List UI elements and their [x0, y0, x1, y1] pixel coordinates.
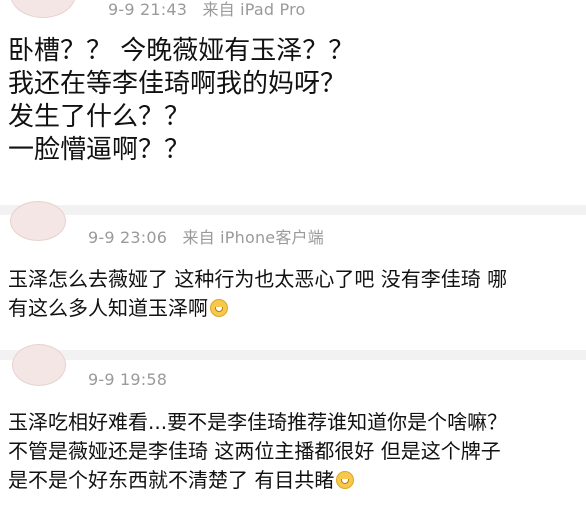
comment-card-2: 9-9 23:06 来自 iPhone客户端 玉泽怎么去薇娅了 这种行为也太恶心… — [0, 201, 586, 350]
comment-time: 9-9 19:58 — [88, 370, 168, 389]
comment-card-1: 9-9 21:43 来自 iPad Pro 卧槽？？ 今晚薇娅有玉泽？？ 我还在… — [0, 0, 586, 205]
comment-line: 发生了什么？？ — [8, 102, 191, 132]
avatar[interactable] — [10, 0, 76, 18]
comment-source[interactable]: 来自 iPad Pro — [202, 0, 305, 19]
comment-card-3: 9-9 19:58 玉泽吃相好难看...要不是李佳琦推荐谁知道你是个啥嘛？ 不管… — [0, 344, 586, 511]
grinning-emoji-icon — [336, 471, 355, 489]
comment-text: 卧槽？？ 今晚薇娅有玉泽？？ 我还在等李佳琦啊我的妈呀？ 发生了什么？？ 一脸懵… — [8, 35, 580, 167]
comment-text: 玉泽吃相好难看...要不是李佳琦推荐谁知道你是个啥嘛？ 不管是薇娅还是李佳琦 这… — [8, 408, 580, 495]
comment-time: 9-9 21:43 — [108, 0, 188, 19]
comment-line: 我还在等李佳琦啊我的妈呀？ — [8, 69, 347, 99]
comment-time: 9-9 23:06 — [88, 228, 168, 247]
divider — [0, 350, 586, 360]
avatar[interactable] — [10, 201, 66, 241]
divider — [0, 205, 586, 215]
comment-meta: 9-9 23:06 来自 iPhone客户端 — [88, 224, 334, 248]
comment-line: 一脸懵逼啊？？ — [8, 135, 191, 165]
laughing-tears-emoji-icon — [210, 299, 228, 317]
comment-line: 卧槽？？ 今晚薇娅有玉泽？？ — [8, 36, 355, 66]
comment-meta: 9-9 19:58 — [88, 370, 177, 389]
comment-line: 是不是个好东西就不清楚了 有目共睹 — [8, 466, 580, 495]
comment-text: 玉泽怎么去薇娅了 这种行为也太恶心了吧 没有李佳琦 哪 有这么多人知道玉泽啊 — [8, 265, 580, 323]
comment-line: 玉泽怎么去薇娅了 这种行为也太恶心了吧 没有李佳琦 哪 — [8, 267, 508, 291]
avatar[interactable] — [12, 344, 66, 386]
comment-meta: 9-9 21:43 来自 iPad Pro — [108, 0, 316, 20]
comment-line: 有这么多人知道玉泽啊 — [8, 294, 580, 323]
comment-line: 不管是薇娅还是李佳琦 这两位主播都很好 但是这个牌子 — [8, 439, 501, 463]
comment-source[interactable]: 来自 iPhone客户端 — [182, 228, 324, 247]
comment-line: 玉泽吃相好难看...要不是李佳琦推荐谁知道你是个啥嘛？ — [8, 410, 508, 434]
